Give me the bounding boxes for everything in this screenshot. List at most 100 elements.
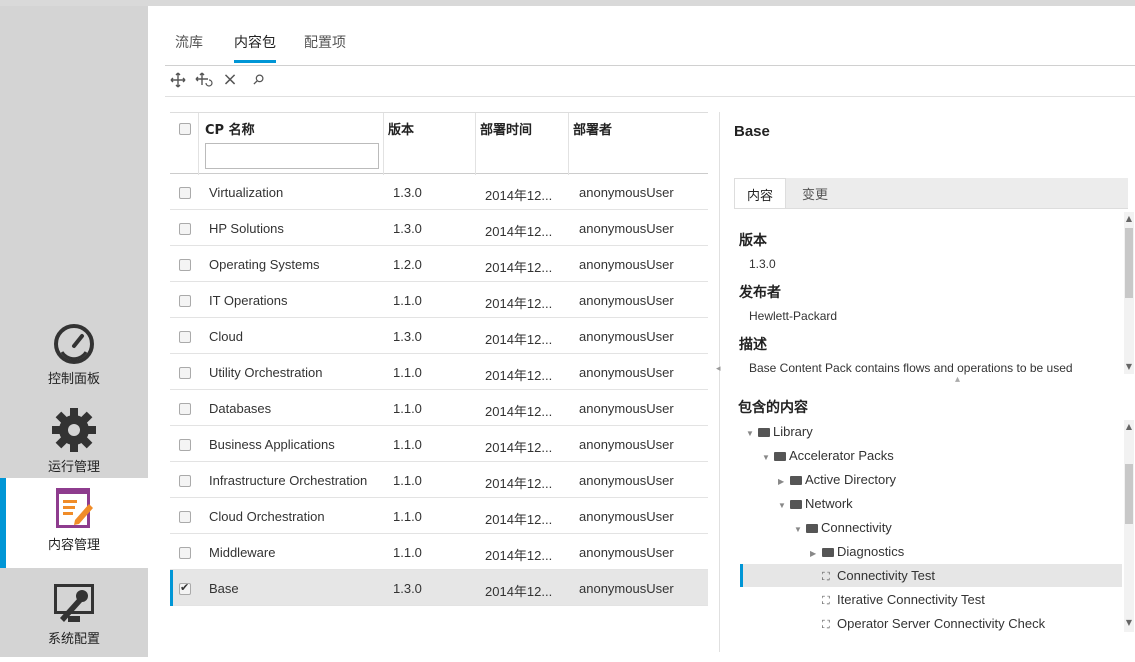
col-header-deployer[interactable]: 部署者	[573, 119, 612, 138]
tab-flow-library[interactable]: 流库	[175, 32, 203, 52]
collapse-handle-icon[interactable]: ◂	[716, 364, 722, 380]
detail-tab-contents[interactable]: 内容	[734, 178, 787, 208]
col-header-deploy-time[interactable]: 部署时间	[480, 119, 532, 138]
select-all-checkbox[interactable]	[179, 123, 191, 135]
name-filter-input[interactable]	[205, 143, 379, 169]
row-checkbox[interactable]	[179, 439, 191, 451]
col-sep	[383, 113, 384, 175]
row-checkbox[interactable]	[179, 223, 191, 235]
tab-config-items[interactable]: 配置项	[304, 32, 346, 52]
nav-dashboard-label: 控制面板	[47, 372, 100, 387]
row-checkbox[interactable]	[179, 187, 191, 199]
expand-right-icon[interactable]: ▶	[810, 549, 822, 558]
folder-icon	[790, 500, 802, 509]
splitter-grip-icon[interactable]: ▴	[955, 374, 960, 385]
filter-clear-icon[interactable]: ⚲	[244, 66, 272, 94]
flow-icon: ⛶	[822, 619, 830, 631]
nav-system-config[interactable]: 系统配置	[0, 572, 148, 662]
expand-down-icon[interactable]: ▼	[762, 453, 774, 462]
table-row[interactable]: HP Solutions 1.3.0 2014年12... anonymousUser	[170, 210, 708, 246]
cell-deployer: anonymousUser	[579, 221, 674, 236]
row-checkbox[interactable]	[179, 547, 191, 559]
table-row[interactable]: Cloud Orchestration 1.1.0 2014年12... anonym…	[170, 498, 708, 534]
content-edit-icon	[56, 488, 93, 528]
table-row[interactable]: Virtualization 1.3.0 2014年12... anonymousUs…	[170, 174, 708, 210]
info-scrollbar[interactable]: ▲ ▼	[1124, 212, 1134, 374]
toolbar-divider	[165, 96, 1135, 97]
tree-node-label: Connectivity	[821, 520, 892, 535]
folder-icon	[806, 524, 818, 533]
nav-operations[interactable]: 运行管理	[0, 400, 148, 490]
scroll-down-icon[interactable]: ▼	[1124, 618, 1134, 627]
table-row[interactable]: Business Applications 1.1.0 2014年12... anon…	[170, 426, 708, 462]
pane-splitter[interactable]	[719, 112, 720, 652]
table-row[interactable]: Utility Orchestration 1.1.0 2014年12... anon…	[170, 354, 708, 390]
version-value: 1.3.0	[749, 257, 776, 271]
row-checkbox[interactable]	[179, 295, 191, 307]
flow-icon: ⛶	[822, 595, 830, 607]
cell-version: 1.1.0	[393, 437, 422, 452]
row-checkbox[interactable]	[179, 403, 191, 415]
dashboard-gauge-icon	[54, 324, 94, 364]
scroll-up-icon[interactable]: ▲	[1124, 422, 1134, 431]
cell-version: 1.1.0	[393, 365, 422, 380]
scroll-down-icon[interactable]: ▼	[1124, 362, 1134, 371]
table-row[interactable]: Middleware 1.1.0 2014年12... anonymousUser	[170, 534, 708, 570]
cell-name: Utility Orchestration	[209, 365, 323, 380]
table-row[interactable]: Infrastructure Orchestration 1.1.0 2014年12…	[170, 462, 708, 498]
tree-folder[interactable]: ▼ Accelerator Packs	[762, 448, 894, 470]
tree-node-label: Network	[805, 496, 853, 511]
cell-deployer: anonymousUser	[579, 401, 674, 416]
cell-name: Business Applications	[209, 437, 335, 452]
expand-down-icon[interactable]: ▼	[746, 429, 758, 438]
row-checkbox[interactable]	[179, 511, 191, 523]
row-checkbox[interactable]	[179, 367, 191, 379]
tab-content-packs[interactable]: 内容包	[234, 32, 276, 63]
tree-folder[interactable]: ▶ Diagnostics	[810, 544, 904, 566]
delete-icon[interactable]: ×	[220, 70, 240, 90]
table-row[interactable]: Databases 1.1.0 2014年12... anonymousUser	[170, 390, 708, 426]
expand-down-icon[interactable]: ▼	[778, 501, 790, 510]
redeploy-icon[interactable]	[194, 70, 214, 90]
cell-deployer: anonymousUser	[579, 437, 674, 452]
detail-tabs: 内容 变更	[734, 178, 1128, 208]
detail-tab-divider	[734, 208, 1128, 209]
cell-deploy-time: 2014年12...	[485, 224, 553, 239]
row-checkbox[interactable]	[179, 581, 191, 595]
table-row[interactable]: IT Operations 1.1.0 2014年12... anonymousUse…	[170, 282, 708, 318]
nav-dashboard[interactable]: 控制面板	[0, 312, 148, 402]
row-checkbox[interactable]	[179, 331, 191, 343]
table-body: Virtualization 1.3.0 2014年12... anonymousUs…	[170, 174, 708, 606]
tree-scrollbar[interactable]: ▲ ▼	[1124, 420, 1134, 632]
nav-content-label: 内容管理	[47, 538, 100, 553]
tree-flow[interactable]: ⛶ Connectivity Test	[822, 568, 935, 590]
tree-folder[interactable]: ▼ Library	[746, 424, 813, 446]
scroll-thumb[interactable]	[1125, 228, 1133, 298]
cell-name: Operating Systems	[209, 257, 320, 272]
expand-right-icon[interactable]: ▶	[778, 477, 790, 486]
cell-deploy-time: 2014年12...	[485, 548, 553, 563]
tree-folder[interactable]: ▼ Connectivity	[794, 520, 892, 542]
table-header: CP 名称 版本 部署时间 部署者	[170, 112, 708, 175]
cell-version: 1.1.0	[393, 509, 422, 524]
row-checkbox[interactable]	[179, 475, 191, 487]
scroll-thumb[interactable]	[1125, 464, 1133, 524]
row-checkbox[interactable]	[179, 259, 191, 271]
expand-down-icon[interactable]: ▼	[794, 525, 806, 534]
gear-icon	[52, 408, 96, 452]
tree-folder[interactable]: ▶ Active Directory	[778, 472, 896, 494]
tree-folder[interactable]: ▼ Network	[778, 496, 853, 518]
tree-flow[interactable]: ⛶ Operator Server Connectivity Check	[822, 616, 1045, 638]
table-row[interactable]: Operating Systems 1.2.0 2014年12... anonymou…	[170, 246, 708, 282]
detail-tab-changes[interactable]: 变更	[790, 178, 840, 208]
table-row[interactable]: Base 1.3.0 2014年12... anonymousUser	[170, 570, 708, 606]
table-row[interactable]: Cloud 1.3.0 2014年12... anonymousUser	[170, 318, 708, 354]
cell-name: Virtualization	[209, 185, 284, 200]
col-header-name[interactable]: CP 名称	[205, 119, 255, 138]
deploy-icon[interactable]	[168, 70, 188, 90]
scroll-up-icon[interactable]: ▲	[1124, 214, 1134, 223]
tree-flow[interactable]: ⛶ Iterative Connectivity Test	[822, 592, 985, 614]
col-header-version[interactable]: 版本	[388, 119, 414, 138]
cell-deployer: anonymousUser	[579, 473, 674, 488]
nav-content-management[interactable]: 内容管理	[0, 478, 148, 568]
